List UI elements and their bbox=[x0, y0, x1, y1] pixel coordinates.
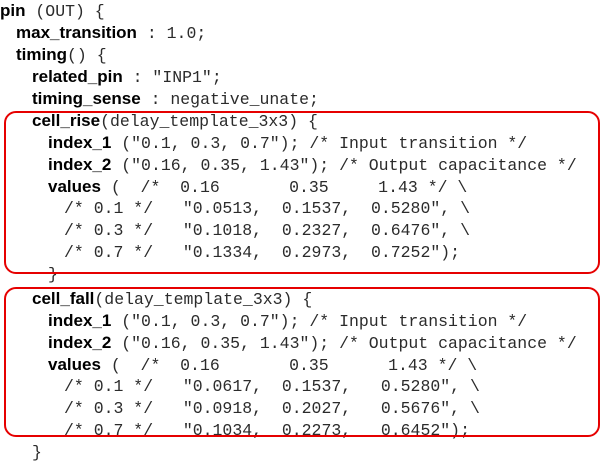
code-line-related-pin: related_pin : "INP1"; bbox=[32, 67, 222, 87]
keyword-timing-sense-b: sense bbox=[92, 89, 141, 108]
keyword-max-transition-b: transition bbox=[59, 23, 137, 42]
code-line-close-brace: } bbox=[32, 443, 42, 462]
code-line-timing-sense: timing_sense : negative_unate; bbox=[32, 89, 319, 109]
cell-fall-highlight-box bbox=[4, 287, 600, 437]
code-line-max-transition: max_transition : 1.0; bbox=[16, 23, 207, 43]
keyword-related-pin-a: related bbox=[32, 67, 88, 86]
keyword-related-pin-b: pin bbox=[97, 67, 123, 86]
cell-rise-highlight-box bbox=[4, 111, 600, 274]
code-line-timing: timing() { bbox=[16, 44, 107, 66]
code-text: : 1.0; bbox=[136, 24, 207, 43]
code-text: : negative_unate; bbox=[140, 90, 319, 109]
code-text: (OUT) { bbox=[25, 2, 105, 21]
code-text: : "INP1"; bbox=[122, 68, 222, 87]
keyword-pin: pin bbox=[0, 1, 26, 20]
keyword-max-transition-a: max bbox=[16, 23, 51, 42]
keyword-timing: timing bbox=[16, 45, 67, 64]
code-line-pin: pin (OUT) { bbox=[0, 0, 105, 22]
keyword-timing-sense-a: timing bbox=[32, 89, 83, 108]
code-text: () { bbox=[67, 46, 107, 65]
